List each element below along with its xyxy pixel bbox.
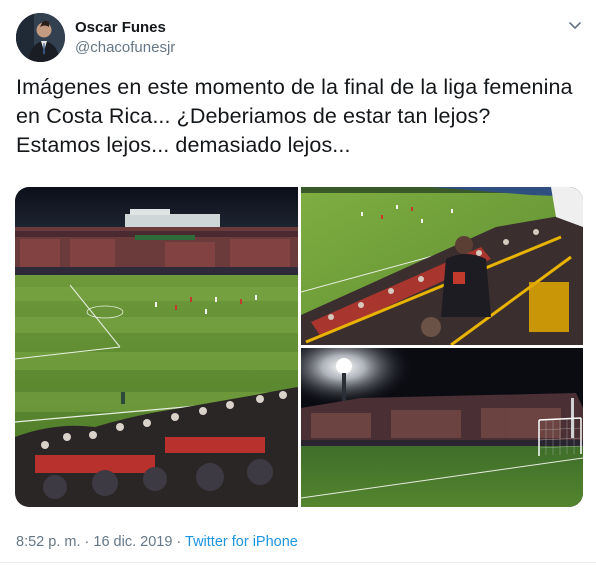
tweet-source-link[interactable]: Twitter for iPhone	[185, 534, 298, 550]
tweet-date[interactable]: 16 dic. 2019	[93, 534, 172, 550]
tweet-text: Imágenes en este momento de la final de …	[16, 75, 573, 157]
meta-separator: ·	[80, 534, 94, 550]
divider	[0, 562, 596, 563]
stadium-photo-1[interactable]	[15, 187, 298, 507]
display-name[interactable]: Oscar Funes	[75, 19, 166, 36]
chevron-down-icon[interactable]	[567, 17, 583, 33]
meta-separator: ·	[172, 534, 186, 550]
avatar[interactable]	[16, 13, 65, 62]
stadium-photo-3[interactable]	[301, 348, 583, 507]
tweet-metadata: 8:52 p. m. · 16 dic. 2019 · Twitter for …	[16, 534, 298, 550]
media-grid	[15, 187, 583, 507]
stadium-photo-2[interactable]	[301, 187, 583, 345]
user-handle[interactable]: @chacofunesjr	[75, 39, 175, 56]
avatar-image	[16, 13, 65, 62]
tweet-card: Oscar Funes @chacofunesjr Imágenes en es…	[0, 0, 596, 566]
tweet-time[interactable]: 8:52 p. m.	[16, 534, 80, 550]
